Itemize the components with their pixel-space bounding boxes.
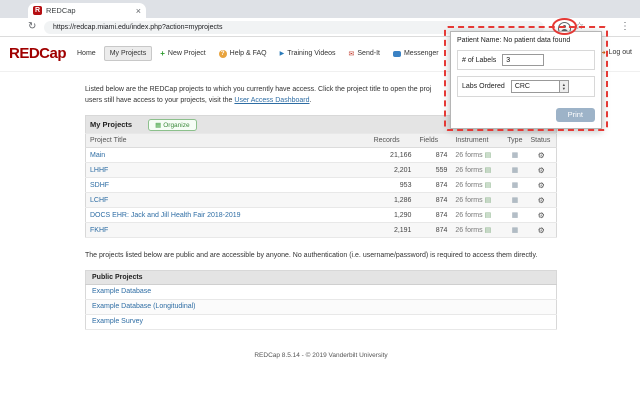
tab-title: REDCap xyxy=(46,6,76,15)
instrument-list-icon: ▤ xyxy=(484,197,492,204)
project-type-icon: ▦ xyxy=(511,227,519,234)
my-projects-title: My Projects xyxy=(90,119,133,129)
logout-button[interactable]: ↪ Log out xyxy=(599,48,632,57)
public-intro-text: The projects listed below are public and… xyxy=(85,252,538,259)
nav-item-help-faq[interactable]: ? Help & FAQ xyxy=(214,47,272,61)
table-row: Main 21,166 874 26 forms ▤ ▦ ⚙ xyxy=(85,147,557,163)
browser-menu-icon[interactable]: ⋮ xyxy=(620,21,630,32)
nav-item-my-projects[interactable]: My Projects xyxy=(103,46,153,61)
project-link[interactable]: Main xyxy=(90,152,105,159)
wrench-icon[interactable]: ⚙ xyxy=(538,151,545,160)
patient-name-status: Patient Name: No patient data found xyxy=(457,37,571,44)
nav-item-messenger[interactable]: Messenger xyxy=(388,47,444,60)
labs-field-label: Labs Ordered xyxy=(462,83,505,90)
wrench-icon[interactable]: ⚙ xyxy=(538,166,545,175)
plus-icon: + xyxy=(160,49,165,58)
instrument-list-icon: ▤ xyxy=(484,182,492,189)
envelope-icon: ✉ xyxy=(348,50,355,58)
project-type-icon: ▦ xyxy=(511,152,519,159)
instrument-list-icon: ▤ xyxy=(484,212,492,219)
list-item: Example Survey xyxy=(85,314,557,330)
wrench-icon[interactable]: ⚙ xyxy=(538,226,545,235)
project-type-icon: ▦ xyxy=(511,197,519,204)
stepper-down-icon: ▼ xyxy=(561,85,566,91)
labels-field-label: # of Labels xyxy=(462,56,497,64)
my-projects-table: My Projects ▦ Organize Project Title Reco… xyxy=(85,115,557,238)
col-fields: Fields xyxy=(415,133,452,148)
browser-window: R REDCap × ↻ https://redcap.miami.edu/in… xyxy=(0,0,640,400)
public-project-link[interactable]: Example Database (Longitudinal) xyxy=(92,303,196,310)
project-type-icon: ▦ xyxy=(511,167,519,174)
public-projects-title: Public Projects xyxy=(85,270,557,285)
redcap-logo[interactable]: REDCap xyxy=(9,45,67,62)
nav-item-training-videos[interactable]: ▶ Training Videos xyxy=(275,47,341,60)
organize-grid-icon: ▦ xyxy=(155,121,162,129)
instrument-list-icon: ▤ xyxy=(484,152,492,159)
project-type-icon: ▦ xyxy=(511,182,519,189)
select-stepper-icon: ▲ ▼ xyxy=(558,81,568,92)
nav-item-home[interactable]: Home xyxy=(72,47,101,60)
nav-item-send-it[interactable]: ✉ Send-It xyxy=(344,47,385,61)
list-item: Example Database xyxy=(85,284,557,300)
public-project-link[interactable]: Example Survey xyxy=(92,318,143,325)
labs-selected-value: CRC xyxy=(514,83,530,90)
help-icon: ? xyxy=(218,49,227,58)
wrench-icon[interactable]: ⚙ xyxy=(538,211,545,220)
col-type: Type xyxy=(503,133,527,148)
chat-bubble-icon xyxy=(392,50,401,57)
wrench-icon[interactable]: ⚙ xyxy=(538,196,545,205)
person-head-shape xyxy=(563,25,566,28)
project-type-icon: ▦ xyxy=(511,212,519,219)
nav-items: Home My Projects + New Project ? Help & … xyxy=(72,46,444,61)
footer-version-text: REDCap 8.5.14 - © 2019 Vanderbilt Univer… xyxy=(254,351,388,359)
print-button[interactable]: Print xyxy=(555,107,595,122)
labels-count-input[interactable] xyxy=(502,54,545,66)
table-row: SDHF 953 874 26 forms ▤ ▦ ⚙ xyxy=(85,177,557,193)
nav-item-new-project[interactable]: + New Project xyxy=(155,46,210,61)
table-row: FKHF 2,191 874 26 forms ▤ ▦ ⚙ xyxy=(85,222,557,238)
project-link[interactable]: LHHF xyxy=(90,167,108,174)
refresh-icon[interactable]: ↻ xyxy=(28,21,36,32)
table-row: DOCS EHR: Jack and Jill Health Fair 2018… xyxy=(85,207,557,223)
labs-field-row: Labs Ordered CRC ▲ ▼ xyxy=(457,76,595,97)
labs-ordered-select[interactable]: CRC ▲ ▼ xyxy=(510,80,569,93)
instrument-list-icon: ▤ xyxy=(484,227,492,234)
table-row: LCHF 1,286 874 26 forms ▤ ▦ ⚙ xyxy=(85,192,557,208)
public-project-link[interactable]: Example Database xyxy=(92,288,151,295)
project-link[interactable]: SDHF xyxy=(90,182,109,189)
tab-strip: R REDCap × xyxy=(0,0,640,18)
labels-field-row: # of Labels xyxy=(457,50,595,70)
extension-popup: Patient Name: No patient data found # of… xyxy=(450,31,602,129)
video-icon: ▶ xyxy=(279,51,285,57)
wrench-icon[interactable]: ⚙ xyxy=(538,181,545,190)
tab-close-icon[interactable]: × xyxy=(136,6,141,16)
public-projects-table: Public Projects Example Database Example… xyxy=(85,269,557,330)
project-link[interactable]: DOCS EHR: Jack and Jill Health Fair 2018… xyxy=(90,212,241,219)
project-link[interactable]: FKHF xyxy=(90,227,108,234)
redcap-favicon-icon: R xyxy=(33,6,42,15)
project-link[interactable]: LCHF xyxy=(90,197,108,204)
browser-tab[interactable]: R REDCap × xyxy=(28,3,146,18)
col-records: Records xyxy=(369,133,416,148)
print-row: Print xyxy=(457,104,595,122)
organize-button[interactable]: ▦ Organize xyxy=(148,118,197,131)
col-instrument: Instrument xyxy=(451,133,504,148)
col-status: Status xyxy=(526,133,557,148)
list-item: Example Database (Longitudinal) xyxy=(85,299,557,315)
col-project-title: Project Title xyxy=(85,133,370,148)
instrument-list-icon: ▤ xyxy=(484,167,492,174)
user-access-dashboard-link[interactable]: User Access Dashboard xyxy=(234,97,309,104)
table-row: LHHF 2,201 559 26 forms ▤ ▦ ⚙ xyxy=(85,162,557,178)
